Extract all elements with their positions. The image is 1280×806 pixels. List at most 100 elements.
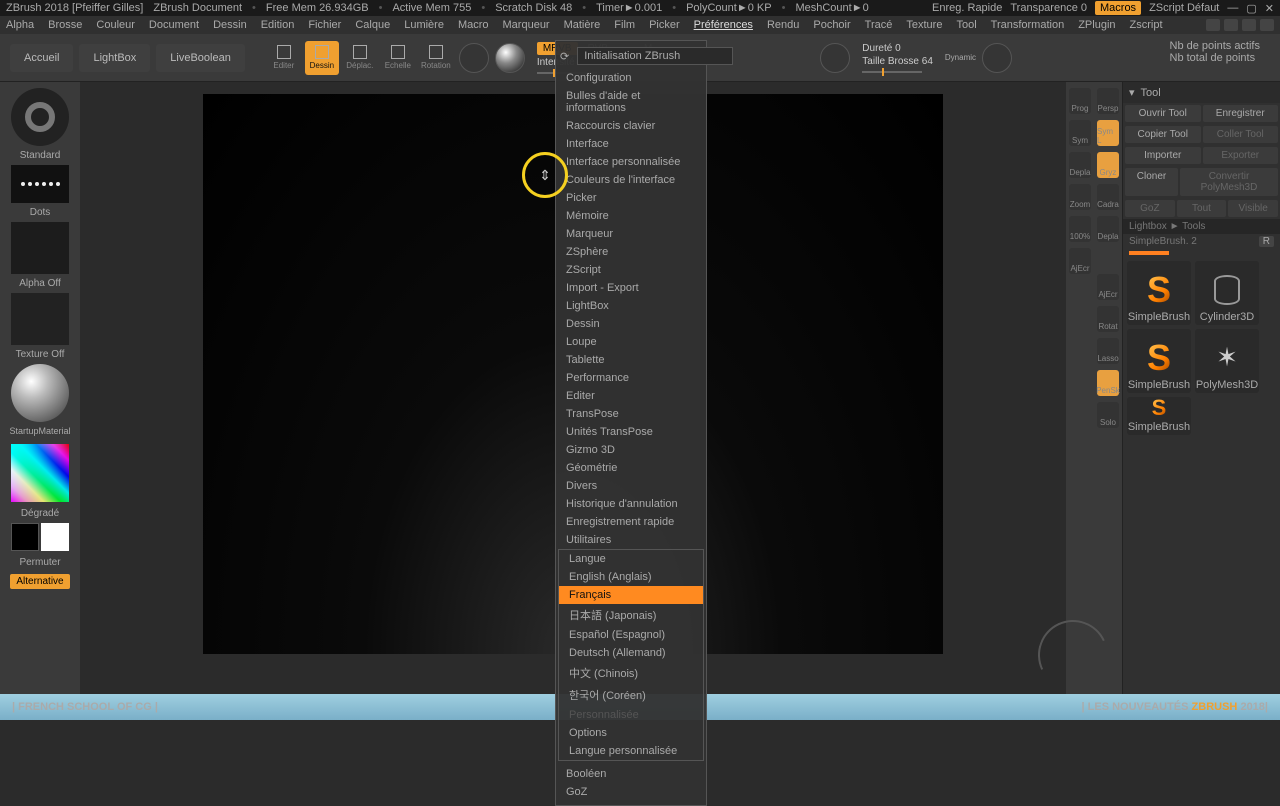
gyro-icon[interactable] [459, 43, 489, 73]
rs-deplac-icon[interactable]: Depla [1069, 152, 1091, 178]
material-ball-icon[interactable] [495, 43, 525, 73]
rs-rotation-icon[interactable]: Rotat [1097, 306, 1119, 332]
size-dial-icon[interactable] [982, 43, 1012, 73]
goz-visible-button[interactable]: Visible [1228, 200, 1278, 217]
menu-macro[interactable]: Macro [458, 19, 489, 31]
menu-document[interactable]: Document [149, 19, 199, 31]
menu-item-utilitaires[interactable]: Utilitaires [556, 531, 706, 549]
menu-item-bulles-d-aide-et-informations[interactable]: Bulles d'aide et informations [556, 87, 706, 117]
paste-tool-button[interactable]: Coller Tool [1203, 126, 1279, 143]
lang-日本語[interactable]: 日本語 (Japonais) [559, 604, 703, 626]
clone-button[interactable]: Cloner [1125, 168, 1178, 196]
save-tool-button[interactable]: Enregistrer [1203, 105, 1279, 122]
menu-alpha[interactable]: Alpha [6, 19, 34, 31]
material-thumb[interactable] [11, 364, 69, 422]
tool-thumb-simplebrush[interactable]: SSimpleBrush [1127, 329, 1191, 393]
swap-button[interactable]: Permuter [19, 557, 60, 568]
rs-zoom-icon[interactable]: Zoom [1069, 184, 1091, 210]
rs-lasso-icon[interactable]: Lasso [1097, 338, 1119, 364]
menu-item-configuration[interactable]: Configuration [556, 69, 706, 87]
rs-deplac-icon[interactable]: Depla [1097, 216, 1119, 242]
rs-sym lc-icon[interactable]: Sym L [1097, 120, 1119, 146]
tool-thumb-cylinder3d[interactable]: Cylinder3D [1195, 261, 1259, 325]
mode-déplac.-button[interactable]: Déplac. [343, 41, 377, 75]
menu-dessin[interactable]: Dessin [213, 19, 247, 31]
rs-solo-icon[interactable]: Solo [1097, 402, 1119, 428]
menu-couleur[interactable]: Couleur [96, 19, 135, 31]
rs-gryz-icon[interactable]: Gryz [1097, 152, 1119, 178]
menu-item-m-moire[interactable]: Mémoire [556, 207, 706, 225]
rs-prog-icon[interactable]: Prog [1069, 88, 1091, 114]
menu-rendu[interactable]: Rendu [767, 19, 799, 31]
brush-thumb[interactable] [11, 88, 69, 146]
menu-texture[interactable]: Texture [906, 19, 942, 31]
mini-icon[interactable] [1206, 19, 1220, 31]
zscript-default[interactable]: ZScript Défaut [1149, 2, 1219, 14]
menu-item-interface-personnalis-e[interactable]: Interface personnalisée [556, 153, 706, 171]
menu-item-booléen[interactable]: Booléen [556, 765, 706, 783]
menu-item-gizmo-3d[interactable]: Gizmo 3D [556, 441, 706, 459]
lang-español[interactable]: Español (Espagnol) [559, 626, 703, 644]
menu-item-zscript[interactable]: ZScript [556, 261, 706, 279]
menu-item-unit-s-transpose[interactable]: Unités TransPose [556, 423, 706, 441]
menu-item-raccourcis-clavier[interactable]: Raccourcis clavier [556, 117, 706, 135]
stroke-thumb[interactable] [11, 165, 69, 203]
lightbox-tools[interactable]: Lightbox ► Tools [1123, 219, 1280, 234]
menu-fichier[interactable]: Fichier [308, 19, 341, 31]
menu-item-tablette[interactable]: Tablette [556, 351, 706, 369]
export-button[interactable]: Exporter [1203, 147, 1279, 164]
menu-item-marqueur[interactable]: Marqueur [556, 225, 706, 243]
menu-item-dessin[interactable]: Dessin [556, 315, 706, 333]
lang-中文[interactable]: 中文 (Chinois) [559, 662, 703, 684]
rs-penskc-icon[interactable]: PenSk [1097, 370, 1119, 396]
mode-dessin-button[interactable]: Dessin [305, 41, 339, 75]
make-polymesh-button[interactable]: Convertir PolyMesh3D [1180, 168, 1278, 196]
macros-button[interactable]: Macros [1095, 1, 1141, 15]
hardness[interactable]: Dureté 0 [862, 43, 933, 54]
menu-item-transpose[interactable]: TransPose [556, 405, 706, 423]
menu-item-divers[interactable]: Divers [556, 477, 706, 495]
mini-icon[interactable] [1224, 19, 1238, 31]
mode-editer-button[interactable]: Editer [267, 41, 301, 75]
menu-item-langue[interactable]: Langue [559, 550, 703, 568]
menu-calque[interactable]: Calque [355, 19, 390, 31]
menu-item-g-om-trie[interactable]: Géométrie [556, 459, 706, 477]
rs-100%-icon[interactable]: 100% [1069, 216, 1091, 242]
menu-item-historique-d-annulation[interactable]: Historique d'annulation [556, 495, 706, 513]
tool-thumb-simplebrush[interactable]: SSimpleBrush [1127, 261, 1191, 325]
menu-film[interactable]: Film [614, 19, 635, 31]
white-swatch[interactable] [41, 523, 69, 551]
rs-sym-icon[interactable]: Sym [1069, 120, 1091, 146]
window-max-icon[interactable]: ▢ [1246, 2, 1256, 15]
menu-pochoir[interactable]: Pochoir [813, 19, 850, 31]
menu-zscript[interactable]: Zscript [1130, 19, 1163, 31]
gradient-label[interactable]: Dégradé [21, 508, 59, 519]
lang-한국어[interactable]: 한국어 (Coréen) [559, 684, 703, 706]
tool-thumb-polymesh3d[interactable]: ✶PolyMesh3D [1195, 329, 1259, 393]
rs-cadran-icon[interactable]: Cadra [1097, 184, 1119, 210]
menu-item-lightbox[interactable]: LightBox [556, 297, 706, 315]
mini-icon[interactable] [1242, 19, 1256, 31]
home-button[interactable]: Accueil [10, 44, 73, 72]
prefs-search-input[interactable] [577, 47, 733, 65]
menu-item-couleurs-de-l-interface[interactable]: Couleurs de l'interface [556, 171, 706, 189]
menu-item-goz[interactable]: GoZ [556, 783, 706, 801]
goz-all-button[interactable]: Tout [1177, 200, 1227, 217]
import-button[interactable]: Importer [1125, 147, 1201, 164]
menu-edition[interactable]: Edition [261, 19, 295, 31]
lang-deutsch[interactable]: Deutsch (Allemand) [559, 644, 703, 662]
menu-item-enregistrement-rapide[interactable]: Enregistrement rapide [556, 513, 706, 531]
reload-icon[interactable]: ⟳ [560, 50, 569, 63]
menu-marqueur[interactable]: Marqueur [503, 19, 550, 31]
texture-thumb[interactable] [11, 293, 69, 345]
transparency[interactable]: Transparence 0 [1010, 2, 1087, 14]
window-min-icon[interactable]: — [1227, 2, 1238, 14]
menu-item-performance[interactable]: Performance [556, 369, 706, 387]
goz-button[interactable]: GoZ [1125, 200, 1175, 217]
menu-item-import-export[interactable]: Import - Export [556, 279, 706, 297]
rs-persp-icon[interactable]: Persp [1097, 88, 1119, 114]
lang-english[interactable]: English (Anglais) [559, 568, 703, 586]
menu-tracé[interactable]: Tracé [865, 19, 893, 31]
menu-picker[interactable]: Picker [649, 19, 680, 31]
alpha-thumb[interactable] [11, 222, 69, 274]
